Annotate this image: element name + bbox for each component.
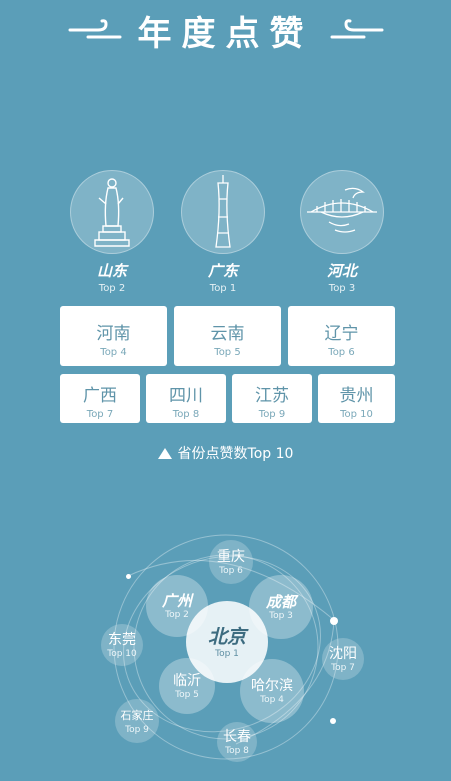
city-bubble-shijiazhuang[interactable]: 石家庄 Top 9	[115, 699, 159, 743]
canton-tower-icon	[215, 175, 231, 248]
podium-province: 山东	[96, 262, 127, 280]
city-rank: Top 1	[215, 648, 239, 659]
card-province: 贵州	[339, 386, 374, 406]
province-card-jiangsu[interactable]: 江苏 Top 9	[232, 374, 312, 423]
card-province: 辽宁	[324, 324, 359, 344]
podium-province: 河北	[326, 262, 357, 280]
triangle-up-icon	[157, 448, 172, 459]
podium-circle	[181, 170, 265, 254]
card-rank: Top 10	[340, 409, 373, 420]
card-province: 云南	[210, 324, 245, 344]
podium-rank: Top 3	[328, 283, 356, 294]
card-rank: Top 5	[214, 347, 241, 358]
card-province: 河南	[96, 324, 131, 344]
card-province: 广西	[83, 386, 117, 406]
city-rank: Top 8	[225, 745, 249, 756]
city-name: 广州	[161, 591, 192, 610]
card-rank: Top 9	[258, 409, 286, 420]
orbit-dot	[126, 574, 131, 579]
province-card-henan[interactable]: 河南 Top 4	[60, 306, 167, 366]
province-card-guangxi[interactable]: 广西 Top 7	[60, 374, 140, 423]
podium-shandong[interactable]: 山东 Top 2	[70, 170, 154, 294]
province-card-guizhou[interactable]: 贵州 Top 10	[318, 374, 395, 423]
podium-rank: Top 2	[98, 283, 126, 294]
header: 年度点赞	[0, 0, 451, 60]
city-rank: Top 3	[269, 610, 293, 621]
right-wave-ornament-icon	[330, 19, 383, 39]
city-name: 东莞	[108, 631, 136, 648]
orbit-dot	[330, 617, 338, 625]
city-bubble-chongqing[interactable]: 重庆 Top 6	[209, 540, 253, 584]
city-rank: Top 4	[260, 694, 284, 705]
card-rank: Top 4	[100, 347, 127, 358]
city-bubble-dongguan[interactable]: 东莞 Top 10	[101, 624, 143, 666]
city-bubble-beijing[interactable]: 北京 Top 1	[186, 601, 268, 683]
caption-text: 省份点赞数Top 10	[177, 446, 294, 462]
province-card-yunnan[interactable]: 云南 Top 5	[174, 306, 281, 366]
city-bubble-shenyang[interactable]: 沈阳 Top 7	[322, 638, 364, 680]
city-rank: Top 9	[125, 724, 149, 735]
city-name: 重庆	[217, 548, 245, 565]
card-rank: Top 6	[328, 347, 355, 358]
left-wave-ornament-icon	[68, 19, 121, 39]
card-rank: Top 7	[86, 409, 114, 420]
podium-hebei[interactable]: 河北 Top 3	[300, 170, 384, 294]
page-title: 年度点赞	[137, 13, 314, 54]
province-ranking-caption: 省份点赞数Top 10	[0, 443, 451, 463]
statue-icon	[94, 178, 130, 247]
podium-guangdong[interactable]: 广东 Top 1	[181, 170, 265, 294]
province-card-liaoning[interactable]: 辽宁 Top 6	[288, 306, 395, 366]
city-rank: Top 5	[175, 689, 199, 700]
city-name: 成都	[265, 592, 296, 611]
card-province: 江苏	[255, 386, 289, 406]
card-rank: Top 8	[172, 409, 200, 420]
city-rank: Top 2	[165, 609, 189, 620]
podium-circle	[300, 170, 384, 254]
podium-circle	[70, 170, 154, 254]
city-rank: Top 7	[331, 662, 355, 673]
podium-rank: Top 1	[209, 283, 237, 294]
city-rank: Top 10	[107, 648, 137, 659]
city-name: 北京	[207, 625, 246, 648]
orbit-dot	[330, 718, 336, 724]
city-name: 长春	[223, 728, 251, 745]
city-name: 哈尔滨	[251, 677, 293, 694]
city-name: 石家庄	[120, 708, 154, 722]
city-name: 临沂	[173, 672, 201, 689]
bridge-icon	[307, 187, 377, 233]
podium-province: 广东	[207, 262, 238, 280]
city-name: 沈阳	[329, 645, 357, 662]
city-rank: Top 6	[219, 565, 243, 576]
province-card-sichuan[interactable]: 四川 Top 8	[146, 374, 226, 423]
city-bubble-changchun[interactable]: 长春 Top 8	[217, 722, 257, 762]
card-province: 四川	[169, 386, 203, 406]
